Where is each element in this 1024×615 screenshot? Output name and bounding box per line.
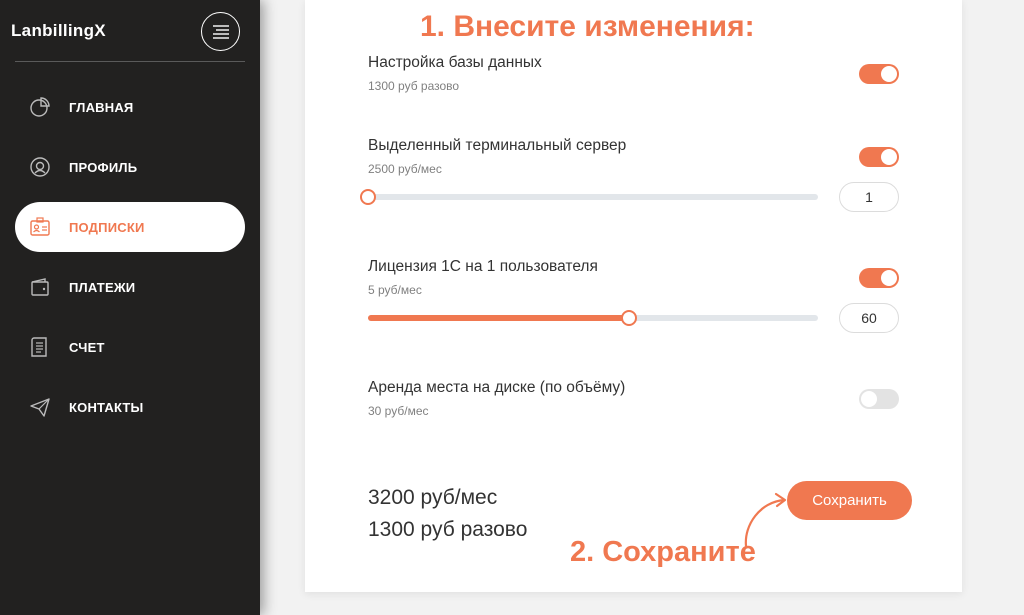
sidebar-item-label: ГЛАВНАЯ <box>69 99 134 115</box>
slider-fill <box>368 315 629 321</box>
service-toggle[interactable] <box>859 147 899 167</box>
quantity-input[interactable] <box>839 182 899 212</box>
app-title: LanbillingX <box>11 21 106 40</box>
id-card-icon <box>29 216 51 238</box>
service-price: 1300 руб разово <box>368 79 460 93</box>
toggle-knob <box>881 149 897 165</box>
sidebar-item-contacts[interactable]: КОНТАКТЫ <box>15 382 245 432</box>
service-price: 5 руб/мес <box>368 283 422 297</box>
service-price: 30 руб/мес <box>368 404 429 418</box>
service-title: Лицензия 1С на 1 пользователя <box>368 258 598 275</box>
menu-toggle-button[interactable] <box>201 12 240 51</box>
service-title: Выделенный терминальный сервер <box>368 137 627 154</box>
slider-thumb[interactable] <box>360 189 376 205</box>
menu-lines-icon <box>212 24 229 39</box>
service-price: 2500 руб/мес <box>368 162 442 176</box>
paper-plane-icon <box>29 396 51 418</box>
sidebar-item-subscriptions[interactable]: ПОДПИСКИ <box>15 202 245 252</box>
sidebar-item-profile[interactable]: ПРОФИЛЬ <box>15 142 245 192</box>
total-monthly: 3200 руб/мес <box>368 486 498 509</box>
user-circle-icon <box>29 156 51 178</box>
toggle-knob <box>881 66 897 82</box>
slider-thumb[interactable] <box>621 310 637 326</box>
quantity-slider[interactable] <box>360 189 818 205</box>
pie-chart-icon <box>29 96 51 118</box>
sidebar-divider <box>15 61 245 62</box>
step1-annotation: 1. Внесите изменения: <box>420 10 755 43</box>
service-toggle[interactable] <box>859 389 899 409</box>
service-title: Аренда места на диске (по объёму) <box>368 379 626 396</box>
sidebar-item-label: ПЛАТЕЖИ <box>69 279 136 295</box>
sidebar: LanbillingX ГЛАВНАЯ ПРОФИЛЬ ПОДПИСКИ ПЛА… <box>0 0 260 615</box>
service-toggle[interactable] <box>859 64 899 84</box>
save-button[interactable]: Сохранить <box>787 481 912 520</box>
sidebar-item-label: КОНТАКТЫ <box>69 399 144 415</box>
sidebar-item-payments[interactable]: ПЛАТЕЖИ <box>15 262 245 312</box>
sidebar-item-invoice[interactable]: СЧЕТ <box>15 322 245 372</box>
sidebar-item-label: ПРОФИЛЬ <box>69 159 138 175</box>
sidebar-item-home[interactable]: ГЛАВНАЯ <box>15 82 245 132</box>
step2-annotation: 2. Сохраните <box>570 536 756 568</box>
quantity-input[interactable] <box>839 303 899 333</box>
total-one-time: 1300 руб разово <box>368 518 528 541</box>
wallet-icon <box>29 276 51 298</box>
sidebar-item-label: ПОДПИСКИ <box>69 219 145 235</box>
service-title: Настройка базы данных <box>368 54 542 71</box>
receipt-icon <box>29 336 51 358</box>
sidebar-item-label: СЧЕТ <box>69 339 105 355</box>
sidebar-nav: ГЛАВНАЯ ПРОФИЛЬ ПОДПИСКИ ПЛАТЕЖИ СЧЕТ КО… <box>15 82 245 442</box>
toggle-knob <box>861 391 877 407</box>
quantity-slider[interactable] <box>368 310 818 326</box>
toggle-knob <box>881 270 897 286</box>
service-toggle[interactable] <box>859 268 899 288</box>
